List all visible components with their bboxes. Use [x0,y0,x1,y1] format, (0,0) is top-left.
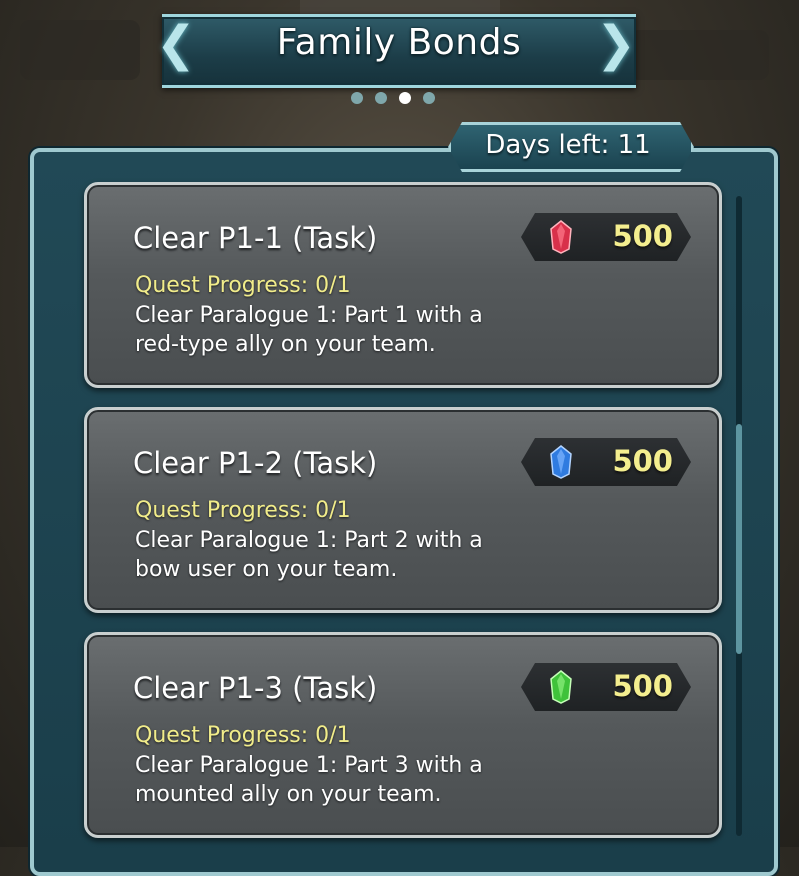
reward-amount: 500 [612,219,673,253]
reward-amount: 500 [612,669,673,703]
reward-amount: 500 [612,444,673,478]
page-dot-active[interactable] [399,92,411,104]
blue-orb-icon [543,444,579,480]
quest-description: Clear Paralogue 1: Part 1 with a red-typ… [135,303,483,357]
quest-progress: Quest Progress: 0/1 [135,273,351,298]
quest-card[interactable]: Clear P1-2 (Task) 500 Quest Progress: 0/… [84,407,722,613]
days-left-label: Days left: 11 [485,130,651,160]
reward-badge: 500 [521,438,691,486]
quest-description: Clear Paralogue 1: Part 2 with a bow use… [135,528,483,582]
quest-title: Clear P1-2 (Task) [133,446,378,480]
reward-badge: 500 [521,213,691,261]
quest-title: Clear P1-3 (Task) [133,671,378,705]
quest-progress: Quest Progress: 0/1 [135,498,351,523]
quest-card[interactable]: Clear P1-3 (Task) 500 Quest Progress: 0/… [84,632,722,838]
page-dot[interactable] [351,92,363,104]
page-dot[interactable] [423,92,435,104]
quest-title: Clear P1-1 (Task) [133,221,378,255]
quest-progress: Quest Progress: 0/1 [135,723,351,748]
background-decoration [20,20,140,80]
page-title: Family Bonds [276,22,522,63]
green-orb-icon [543,669,579,705]
page-indicator [351,92,435,104]
background-decoration [629,30,769,80]
reward-badge: 500 [521,663,691,711]
scrollbar-thumb[interactable] [736,424,742,654]
quest-card[interactable]: Clear P1-1 (Task) 500 Quest Progress: 0/… [84,182,722,388]
red-orb-icon [543,219,579,255]
quest-description: Clear Paralogue 1: Part 3 with a mounted… [135,753,483,807]
page-dot[interactable] [375,92,387,104]
